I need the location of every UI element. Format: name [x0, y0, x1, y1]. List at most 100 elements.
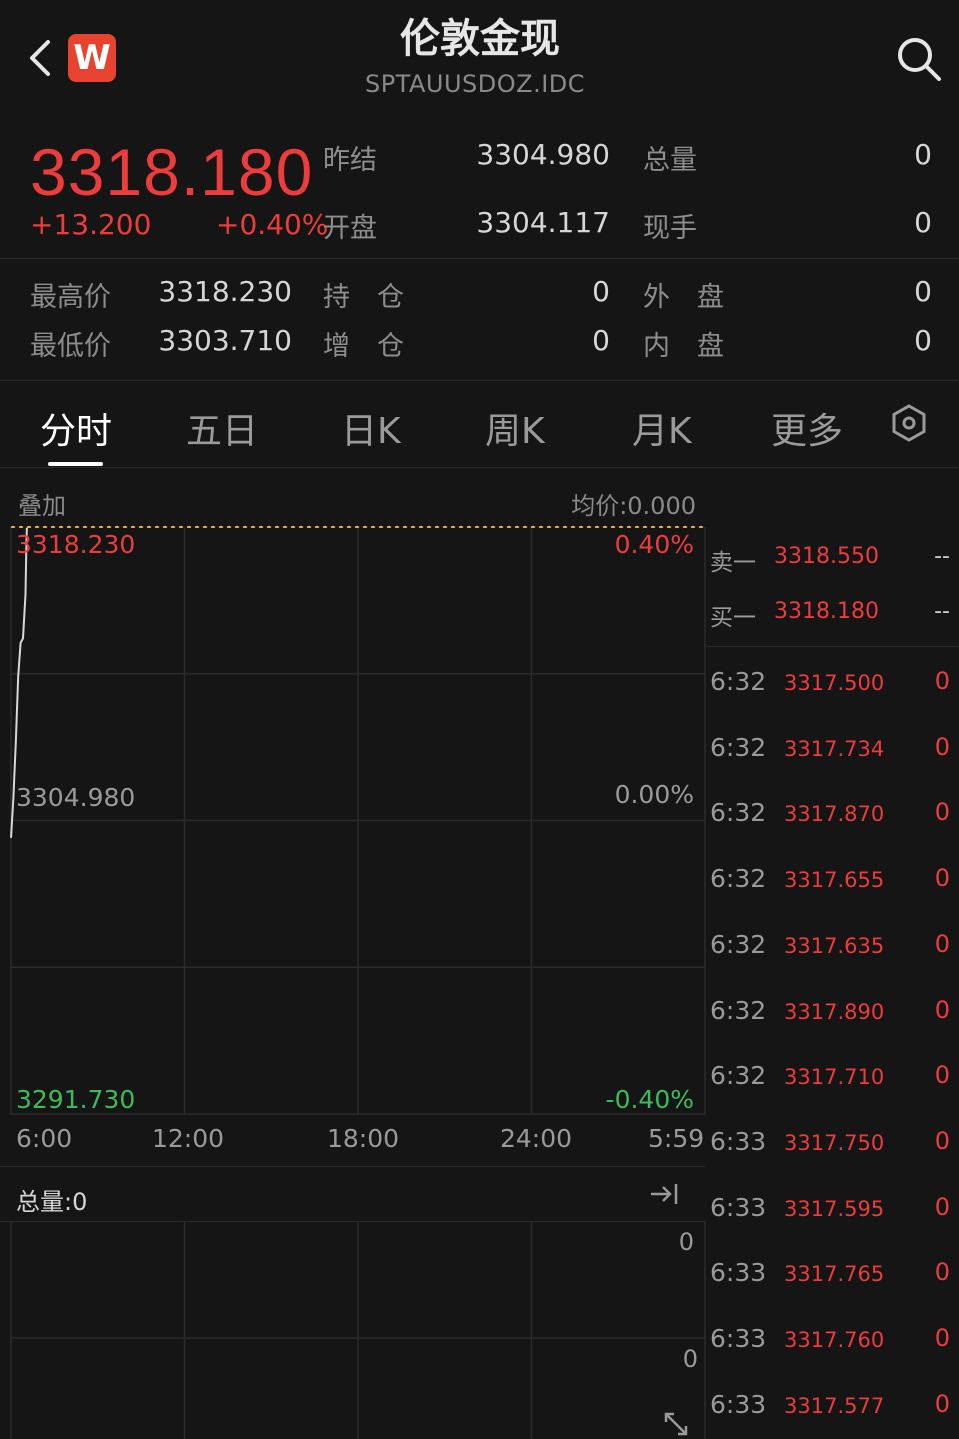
- tab-five-day[interactable]: 五日: [186, 402, 258, 454]
- x-axis-label: 18:00: [327, 1124, 400, 1153]
- low-label: 最低价: [30, 331, 111, 362]
- tick-row: 6:33 3317.595 0: [706, 1190, 959, 1230]
- price-change: +13.200: [30, 208, 152, 241]
- high-label: 最高价: [30, 282, 111, 313]
- tick-row: 6:33 3317.577 0: [706, 1387, 959, 1427]
- tick-volume: 0: [934, 1389, 950, 1418]
- tick-volume: 0: [934, 1126, 950, 1155]
- tick-price: 3317.765: [784, 1262, 885, 1287]
- tick-volume: 0: [934, 1192, 950, 1221]
- tick-row: 6:32 3317.635 0: [706, 927, 959, 967]
- tick-time: 6:32: [710, 732, 767, 762]
- sell-one-label: 卖一: [710, 550, 756, 576]
- tick-volume: 0: [934, 1258, 950, 1287]
- search-icon[interactable]: [894, 34, 944, 84]
- average-price-label: 均价:0.000: [571, 492, 696, 520]
- settings-icon[interactable]: [890, 404, 928, 442]
- divider: [0, 258, 959, 259]
- tick-volume: 0: [934, 1324, 950, 1352]
- current-price: 3318.180: [30, 135, 314, 209]
- tick-price: 3317.710: [784, 1065, 885, 1090]
- tick-price: 3317.760: [784, 1328, 885, 1352]
- y-axis-mid-price: 3304.980: [16, 783, 136, 812]
- divider: [0, 380, 959, 381]
- tick-row: 6:32 3317.734 0: [706, 730, 959, 770]
- tick-volume: 0: [934, 995, 950, 1024]
- volume-axis-mid: 0: [682, 1345, 698, 1373]
- price-change-percent: +0.40%: [216, 208, 329, 241]
- collapse-arrow-icon[interactable]: [648, 1178, 680, 1210]
- page-title: 伦敦金现: [400, 16, 560, 62]
- tick-price: 3317.595: [784, 1196, 885, 1221]
- incr-label: 增 仓: [323, 331, 404, 362]
- divider: [0, 1221, 705, 1222]
- tab-more[interactable]: 更多: [771, 402, 843, 454]
- volume-grid: [10, 1222, 706, 1439]
- tick-time: 6:33: [710, 1389, 767, 1419]
- expand-icon[interactable]: [662, 1410, 690, 1438]
- intraday-chart[interactable]: [0, 520, 959, 1439]
- overlay-button[interactable]: 叠加: [18, 486, 66, 521]
- divider: [706, 646, 959, 647]
- tick-price: 3317.890: [784, 999, 885, 1024]
- buy-one-volume: --: [934, 599, 950, 624]
- tab-daily-k[interactable]: 日K: [341, 402, 401, 454]
- tick-row: 6:33 3317.760 0: [706, 1321, 959, 1361]
- high-value: 3318.230: [158, 275, 292, 308]
- tab-intraday[interactable]: 分时: [40, 402, 112, 454]
- divider: [0, 467, 959, 468]
- y-axis-top-price: 3318.230: [16, 530, 136, 559]
- x-axis-label: 24:00: [500, 1124, 573, 1153]
- tick-row: 6:33 3317.765 0: [706, 1255, 959, 1295]
- tick-price: 3317.870: [784, 802, 885, 827]
- instrument-code: SPTAUUSDOZ.IDC: [364, 70, 586, 98]
- y-axis-bottom-pct: -0.40%: [605, 1085, 694, 1114]
- hold-value: 0: [592, 275, 610, 308]
- chart-grid: [10, 527, 706, 1115]
- tick-volume: 0: [934, 798, 950, 827]
- current-hand-label: 现手: [643, 213, 697, 244]
- tick-time: 6:33: [710, 1258, 767, 1288]
- sell-one-volume: --: [934, 544, 950, 569]
- y-axis-bottom-price: 3291.730: [16, 1085, 136, 1114]
- tick-row: 6:32 3317.710 0: [706, 1058, 959, 1098]
- prev-settle-label: 昨结: [323, 145, 377, 176]
- tick-time: 6:32: [710, 864, 767, 894]
- outer-label: 外 盘: [643, 282, 724, 313]
- tick-row: 6:32 3317.890 0: [706, 993, 959, 1033]
- x-axis-label: 6:00: [16, 1124, 73, 1153]
- inner-value: 0: [914, 324, 932, 357]
- inner-label: 内 盘: [643, 331, 724, 362]
- active-tab-indicator: [48, 462, 103, 466]
- tab-monthly-k[interactable]: 月K: [632, 402, 692, 454]
- tick-price: 3317.750: [784, 1130, 885, 1155]
- y-axis-mid-pct: 0.00%: [614, 780, 694, 809]
- tick-time: 6:33: [710, 1192, 767, 1222]
- tick-time: 6:32: [710, 929, 767, 959]
- tick-volume: 0: [934, 929, 950, 958]
- volume-total-label: 总量:0: [16, 1188, 88, 1216]
- tick-volume: 0: [934, 1061, 950, 1090]
- outer-value: 0: [914, 275, 932, 308]
- prev-settle-value: 3304.980: [476, 138, 610, 171]
- tick-time: 6:32: [710, 995, 767, 1025]
- divider: [0, 1166, 705, 1167]
- back-icon[interactable]: [22, 38, 62, 78]
- low-value: 3303.710: [158, 324, 292, 357]
- tick-row: 6:32 3317.870 0: [706, 795, 959, 835]
- tick-row: 6:32 3317.500 0: [706, 664, 959, 704]
- tick-price: 3317.655: [784, 868, 885, 893]
- app-logo-icon[interactable]: W: [68, 34, 116, 82]
- tab-weekly-k[interactable]: 周K: [485, 402, 545, 454]
- tick-volume: 0: [934, 864, 950, 893]
- volume-axis-top: 0: [678, 1228, 694, 1256]
- tick-time: 6:32: [710, 1061, 767, 1091]
- open-label: 开盘: [323, 213, 377, 244]
- open-value: 3304.117: [476, 206, 610, 239]
- tick-time: 6:32: [710, 798, 767, 828]
- y-axis-top-pct: 0.40%: [614, 530, 694, 559]
- tick-volume: 0: [934, 732, 950, 761]
- buy-one-price: 3318.180: [774, 599, 879, 624]
- current-hand-value: 0: [914, 206, 932, 239]
- tick-price: 3317.734: [784, 736, 885, 761]
